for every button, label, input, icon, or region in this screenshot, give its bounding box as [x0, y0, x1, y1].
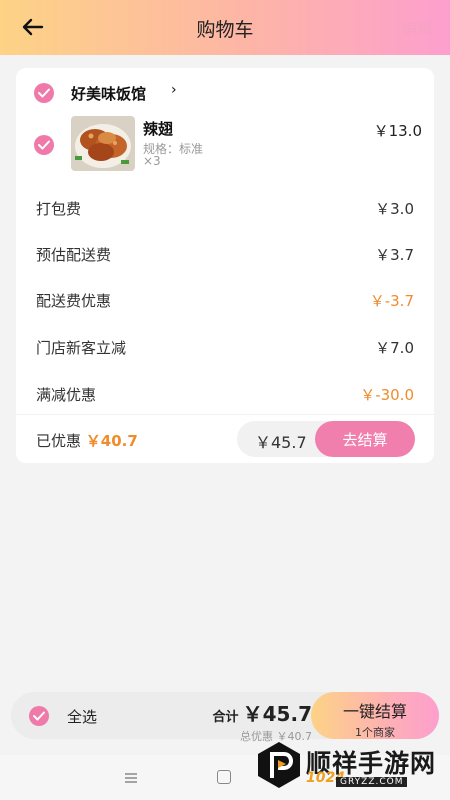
fee-value: ￥3.0 [375, 200, 414, 218]
fee-value: ￥-3.7 [369, 292, 414, 310]
store-row[interactable]: 好美味饭馆 › [16, 78, 434, 108]
check-icon [38, 140, 50, 150]
grand-total-value: ￥45.7 [242, 702, 312, 726]
saved-amount: ￥40.7 [85, 432, 138, 450]
store-checkbox[interactable] [34, 83, 54, 103]
merchant-count: 1个商家 [355, 726, 395, 739]
fee-row-spend-discount: 满减优惠 ￥-30.0 [36, 384, 414, 408]
fee-label: 门店新客立减 [36, 339, 127, 357]
item-checkbox[interactable] [34, 135, 54, 155]
watermark-url: GRYZZ.COM [336, 777, 408, 787]
store-checkout-pill: ￥45.7 去结算 [237, 421, 415, 457]
watermark-logo [256, 740, 302, 790]
saved-label: 已优惠 [36, 432, 82, 450]
chevron-right-icon: › [171, 82, 177, 98]
app-header: 购物车 编辑 [0, 0, 450, 55]
divider [16, 414, 434, 415]
item-quantity: ×3 [143, 154, 161, 168]
home-icon[interactable] [217, 770, 231, 784]
fee-value: ￥-30.0 [360, 386, 414, 404]
store-checkout-button[interactable]: 去结算 [315, 421, 415, 457]
fee-row-delivery-discount: 配送费优惠 ￥-3.7 [36, 290, 414, 314]
grand-total-label: 合计 [212, 710, 239, 725]
bottom-checkout-bar: 全选 合计 ￥45.7 总优惠 ￥40.7 一键结算 1个商家 [11, 692, 439, 743]
item-name[interactable]: 辣翅 [143, 118, 173, 139]
saved-summary: 已优惠 ￥40.7 [36, 430, 138, 451]
store-cart-card: 好美味饭馆 › 辣翅 规格：标准 ×3 ￥13.0 打包费 ￥3.0 预估配送费… [16, 68, 434, 463]
grand-total: 合计 ￥45.7 总优惠 ￥40.7 [207, 698, 312, 743]
fee-row-delivery: 预估配送费 ￥3.7 [36, 244, 414, 268]
fee-row-new-customer: 门店新客立减 ￥7.0 [36, 337, 414, 361]
store-total: ￥45.7 [255, 433, 307, 452]
fee-label: 配送费优惠 [36, 292, 112, 310]
select-all-checkbox[interactable] [29, 706, 49, 726]
one-click-checkout-button[interactable]: 一键结算 1个商家 [311, 692, 439, 739]
edit-button[interactable]: 编辑 [402, 18, 432, 39]
fee-value: ￥7.0 [375, 339, 414, 357]
menu-icon[interactable] [124, 769, 138, 788]
fee-label: 预估配送费 [36, 246, 112, 264]
store-name[interactable]: 好美味饭馆 [71, 83, 146, 104]
grand-total-line: 合计 ￥45.7 [207, 698, 312, 727]
fee-label: 打包费 [36, 200, 82, 218]
fee-label: 满减优惠 [36, 386, 97, 404]
fee-value: ￥3.7 [375, 246, 414, 264]
chicken-wings-photo [71, 116, 135, 171]
page-title: 购物车 [196, 19, 254, 41]
check-icon [38, 88, 50, 98]
item-price: ￥13.0 [373, 122, 422, 140]
item-image[interactable] [71, 116, 135, 171]
check-icon [33, 711, 45, 721]
fee-row-packaging: 打包费 ￥3.0 [36, 198, 414, 222]
checkout-label: 一键结算 [342, 702, 407, 721]
select-all-label[interactable]: 全选 [67, 706, 97, 727]
